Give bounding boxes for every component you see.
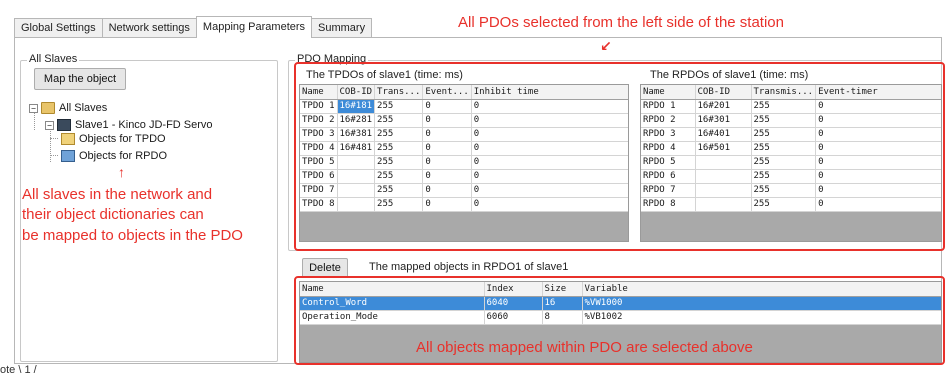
tree-item-rpdo-objects[interactable]: Objects for RPDO (61, 148, 167, 164)
tpdo-objects-icon (61, 133, 75, 145)
mapped-caption: The mapped objects in RPDO1 of slave1 (369, 261, 569, 273)
delete-button[interactable]: Delete (302, 258, 348, 278)
tree-label-all-slaves: All Slaves (59, 102, 108, 114)
pdo-highlight-box (294, 62, 945, 251)
annotation-left-line1: All slaves in the network and (22, 186, 213, 203)
tab-summary[interactable]: Summary (311, 18, 373, 38)
servo-device-icon (57, 119, 71, 131)
tree-connector (50, 155, 58, 156)
annotation-left-line3: be mapped to objects in the PDO (22, 227, 243, 244)
tree-connector (50, 129, 51, 162)
tree-label-slave1: Slave1 - Kinco JD-FD Servo (75, 119, 213, 131)
tab-mapping-parameters[interactable]: Mapping Parameters (195, 16, 313, 38)
annotation-top: All PDOs selected from the left side of … (458, 14, 784, 31)
collapse-icon[interactable]: − (45, 120, 54, 130)
tab-network-settings[interactable]: Network settings (101, 18, 197, 38)
tree-item-tpdo-objects[interactable]: Objects for TPDO (61, 131, 166, 147)
tree-label-rpdo-objects: Objects for RPDO (79, 150, 168, 162)
tree-item-all-slaves[interactable]: − All Slaves (29, 100, 107, 116)
collapse-icon[interactable]: − (29, 103, 38, 113)
annotation-bottom: All objects mapped within PDO are select… (416, 339, 753, 356)
arrow-up-icon: ↑ (118, 164, 125, 180)
tab-global-settings[interactable]: Global Settings (14, 18, 103, 38)
tab-bar: Global Settings Network settings Mapping… (14, 16, 373, 38)
folder-icon (41, 102, 55, 114)
arrow-down-icon: ↙ (600, 38, 612, 54)
map-object-button[interactable]: Map the object (34, 68, 126, 90)
all-slaves-title: All Slaves (27, 53, 80, 65)
tree-label-tpdo-objects: Objects for TPDO (79, 133, 166, 145)
tree-connector (50, 138, 58, 139)
rpdo-objects-icon (61, 150, 75, 162)
annotation-left-line2: their object dictionaries can (22, 206, 204, 223)
bottom-sheet-tab[interactable]: ote \ 1 / (0, 364, 37, 376)
